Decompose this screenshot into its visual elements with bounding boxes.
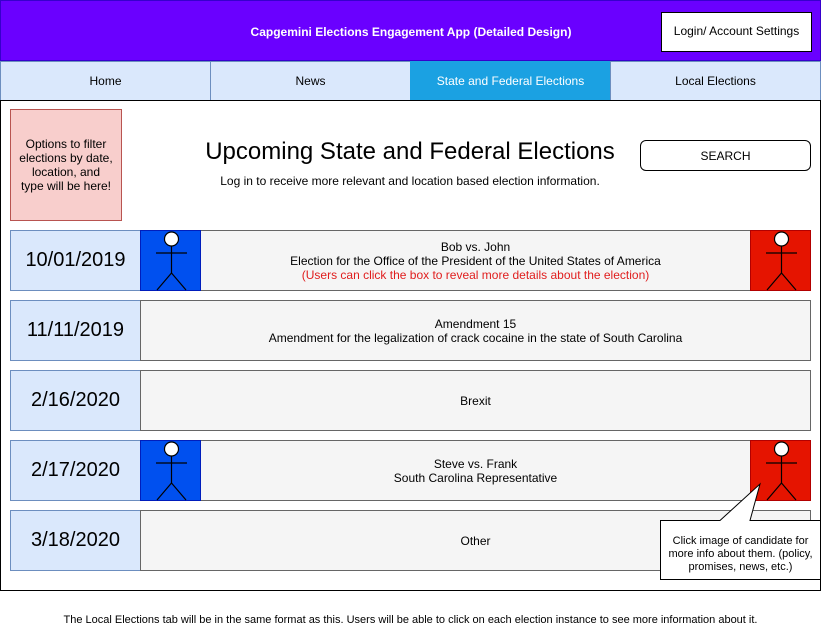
person-icon — [156, 231, 187, 291]
election-title: Bob vs. John — [440, 239, 511, 254]
election-details[interactable]: Bob vs. John Election for the Office of … — [140, 230, 811, 291]
page-subtitle: Log in to receive more relevant and loca… — [220, 174, 600, 188]
election-title: Steve vs. Frank — [433, 456, 518, 471]
election-title: Brexit — [460, 393, 491, 408]
filter-options-placeholder[interactable]: Options to filter elections by date, loc… — [10, 109, 122, 221]
tab-state-federal-elections[interactable]: State and Federal Elections — [410, 61, 611, 101]
election-note: (Users can click the box to reveal more … — [301, 267, 650, 282]
election-row[interactable]: 2/16/2020 Brexit — [10, 370, 811, 431]
page-title: Upcoming State and Federal Elections — [205, 138, 615, 165]
election-details[interactable]: Amendment 15 Amendment for the legalizat… — [140, 300, 811, 361]
candidate-right-button[interactable] — [750, 230, 811, 291]
person-icon — [766, 231, 797, 291]
login-account-button[interactable]: Login/ Account Settings — [661, 12, 812, 52]
search-button[interactable]: SEARCH — [640, 140, 811, 171]
nav-bar: Home News State and Federal Elections Lo… — [0, 61, 821, 101]
election-date: 2/16/2020 — [10, 370, 141, 431]
election-description: Amendment for the legalization of crack … — [268, 330, 683, 345]
candidate-left-button[interactable] — [140, 440, 201, 501]
callout-text: Click image of candidate for more info a… — [668, 535, 813, 573]
election-row[interactable]: 10/01/2019 Bob vs. John Election for the… — [10, 230, 811, 291]
election-description: Election for the Office of the President… — [290, 253, 661, 268]
election-date: 10/01/2019 — [10, 230, 141, 291]
footer-note: The Local Elections tab will be in the s… — [63, 614, 758, 626]
election-title: Amendment 15 — [434, 316, 517, 331]
election-date: 3/18/2020 — [10, 510, 141, 571]
election-row[interactable]: 11/11/2019 Amendment 15 Amendment for th… — [10, 300, 811, 361]
app-title: Capgemini Elections Engagement App (Deta… — [250, 25, 572, 39]
election-details[interactable]: Brexit — [140, 370, 811, 431]
election-description: South Carolina Representative — [393, 470, 558, 485]
candidate-info-callout: Click image of candidate for more info a… — [660, 482, 821, 580]
candidate-left-button[interactable] — [140, 230, 201, 291]
tab-local-elections[interactable]: Local Elections — [610, 61, 821, 101]
election-date: 2/17/2020 — [10, 440, 141, 501]
app-header: Capgemini Elections Engagement App (Deta… — [0, 0, 821, 61]
election-date: 11/11/2019 — [10, 300, 141, 361]
election-title: Other — [460, 533, 491, 548]
person-icon — [156, 441, 187, 501]
tab-news[interactable]: News — [210, 61, 411, 101]
tab-home[interactable]: Home — [0, 61, 211, 101]
